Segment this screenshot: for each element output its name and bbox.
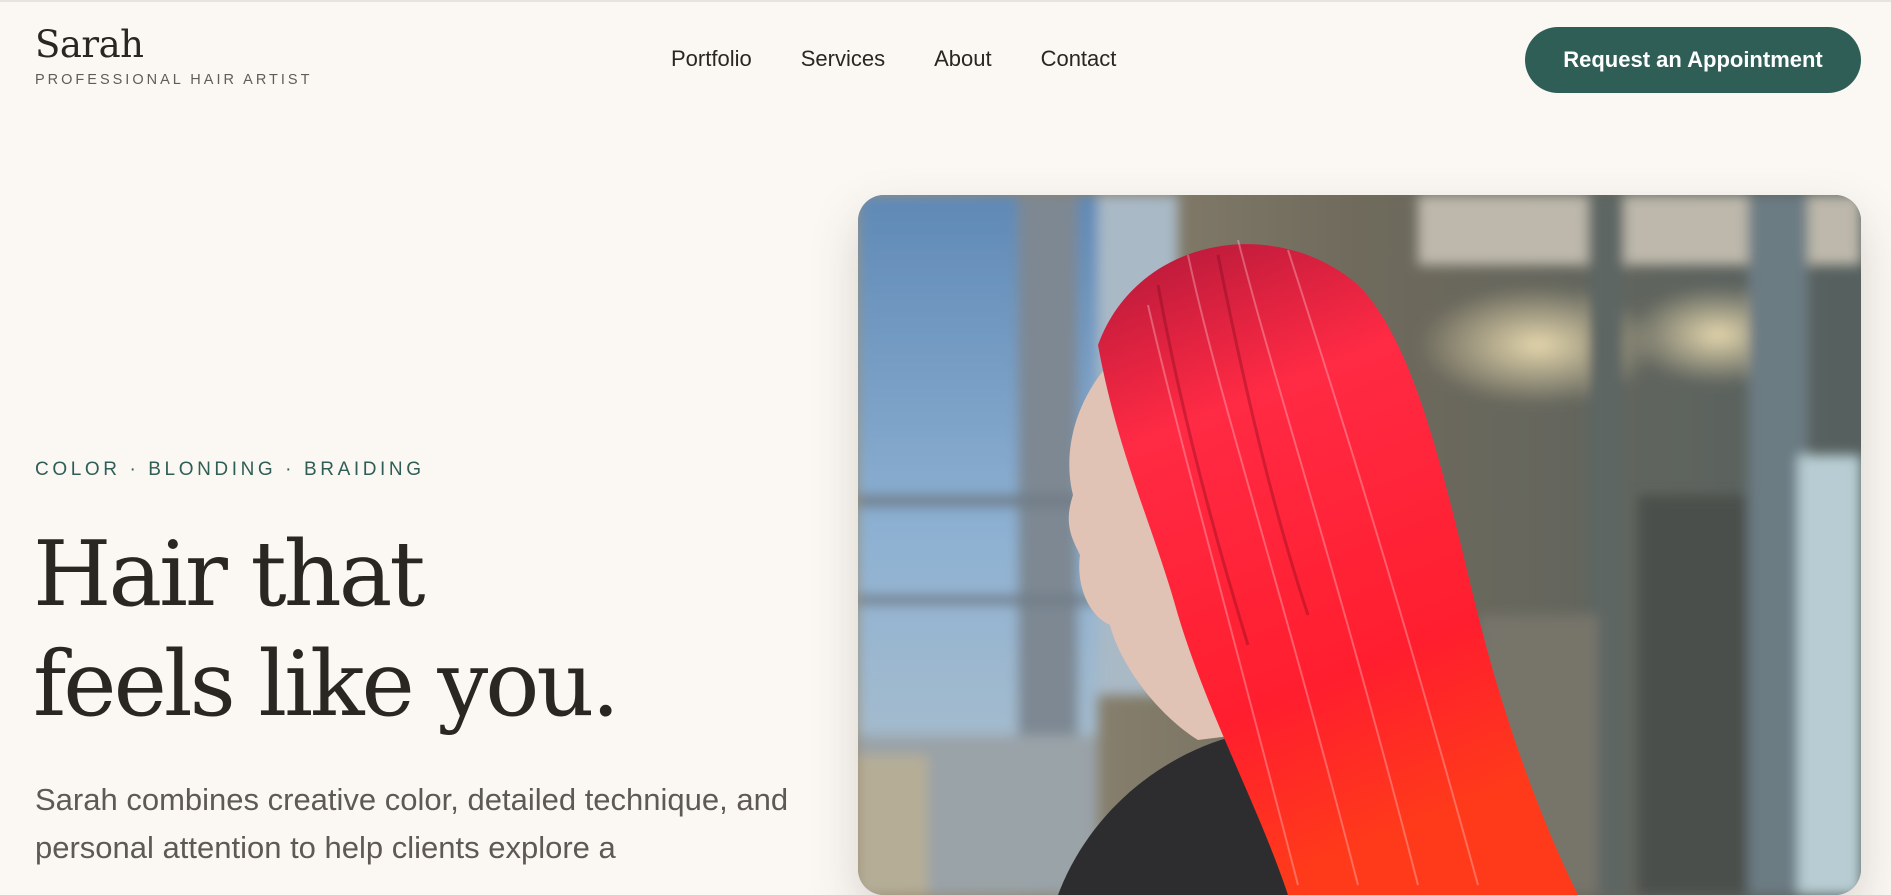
top-border bbox=[0, 0, 1891, 2]
hero-photo bbox=[858, 195, 1861, 895]
hero-description: Sarah combines creative color, detailed … bbox=[35, 782, 789, 865]
headline-line-2: feels like you. bbox=[33, 632, 620, 737]
nav-link-contact[interactable]: Contact bbox=[1041, 46, 1117, 72]
logo[interactable]: Sarah PROFESSIONAL HAIR ARTIST bbox=[35, 26, 312, 88]
nav-link-services[interactable]: Services bbox=[801, 46, 885, 72]
logo-name: Sarah bbox=[35, 23, 144, 66]
main-nav: Portfolio Services About Contact bbox=[671, 46, 1165, 72]
nav-link-about[interactable]: About bbox=[934, 46, 992, 72]
hero-eyebrow: COLOR · BLONDING · BRAIDING bbox=[35, 459, 425, 480]
request-appointment-button[interactable]: Request an Appointment bbox=[1525, 27, 1861, 93]
hero-photo-illustration bbox=[858, 195, 1861, 895]
logo-tagline: PROFESSIONAL HAIR ARTIST bbox=[35, 72, 313, 88]
hero-headline: Hair that feels like you. bbox=[33, 520, 620, 740]
nav-link-portfolio[interactable]: Portfolio bbox=[671, 46, 752, 72]
headline-line-1: Hair that bbox=[33, 522, 426, 627]
